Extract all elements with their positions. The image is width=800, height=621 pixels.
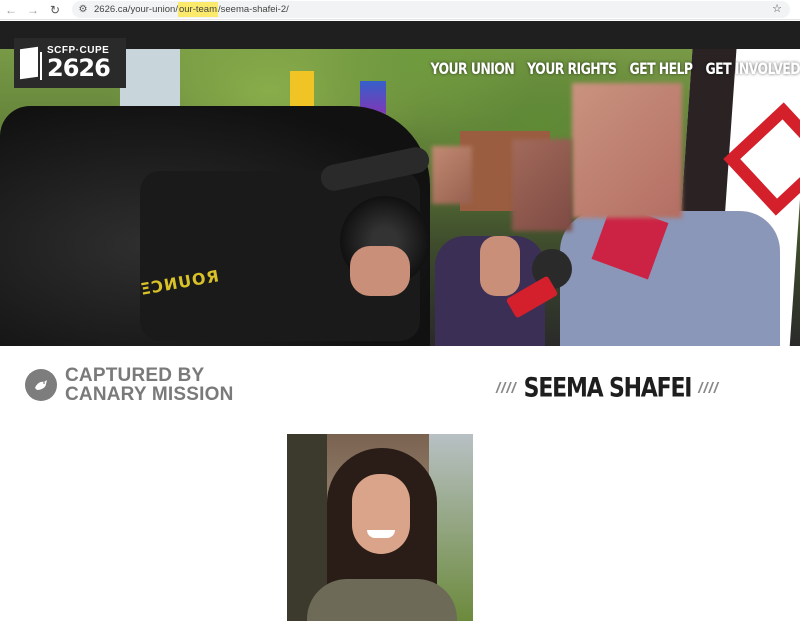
reload-icon: ↻ bbox=[49, 2, 61, 17]
canary-bird-icon bbox=[25, 369, 57, 401]
hero-sky bbox=[120, 49, 180, 109]
url-prefix: 2626.ca/your-union/ bbox=[94, 4, 178, 15]
hero-hand bbox=[480, 236, 520, 296]
blurred-face bbox=[432, 146, 472, 204]
profile-photo bbox=[287, 434, 473, 621]
address-bar[interactable]: ⚙ 2626.ca/your-union/our-team/seema-shaf… bbox=[72, 1, 790, 18]
blurred-face bbox=[572, 83, 682, 218]
profile-name: SEEMA SHAFEI bbox=[523, 373, 693, 404]
arrow-right-icon: → bbox=[27, 2, 39, 17]
heading-slashes-left: //// bbox=[496, 380, 517, 397]
nav-your-union[interactable]: YOUR UNION bbox=[430, 59, 514, 78]
blurred-face bbox=[512, 139, 572, 231]
captured-line1: CAPTURED BY bbox=[65, 365, 205, 386]
forward-button[interactable]: → bbox=[22, 0, 44, 20]
site-logo[interactable]: SCFP·CUPE 2626 bbox=[14, 38, 126, 88]
back-button[interactable]: ← bbox=[0, 0, 22, 20]
star-icon[interactable]: ☆ bbox=[772, 2, 782, 15]
site-info-icon[interactable]: ⚙ bbox=[72, 4, 94, 15]
reload-button[interactable]: ↻ bbox=[44, 0, 66, 20]
captured-line2: CANARY MISSION bbox=[65, 384, 234, 405]
hero-hand bbox=[350, 246, 410, 296]
url-suffix: /seema-shafei-2/ bbox=[218, 4, 289, 15]
heading-slashes-right: //// bbox=[698, 380, 719, 397]
nav-get-involved[interactable]: GET INVOLVED bbox=[705, 59, 800, 78]
browser-toolbar: ← → ↻ ⚙ 2626.ca/your-union/our-team/seem… bbox=[0, 0, 800, 20]
captured-by-watermark: CAPTURED BY CANARY MISSION bbox=[25, 366, 234, 404]
nav-get-help[interactable]: GET HELP bbox=[629, 59, 693, 78]
profile-heading: //// SEEMA SHAFEI //// bbox=[496, 373, 719, 404]
book-logo-icon bbox=[20, 46, 42, 80]
main-nav: YOUR UNION YOUR RIGHTS GET HELP GET INVO… bbox=[430, 59, 800, 78]
logo-number: 2626 bbox=[47, 54, 111, 82]
url-text: 2626.ca/your-union/our-team/seema-shafei… bbox=[94, 2, 289, 17]
hero-person-shirt bbox=[560, 211, 780, 346]
nav-your-rights[interactable]: YOUR RIGHTS bbox=[527, 59, 617, 78]
url-highlight: our-team bbox=[177, 2, 218, 17]
arrow-left-icon: ← bbox=[5, 2, 17, 17]
